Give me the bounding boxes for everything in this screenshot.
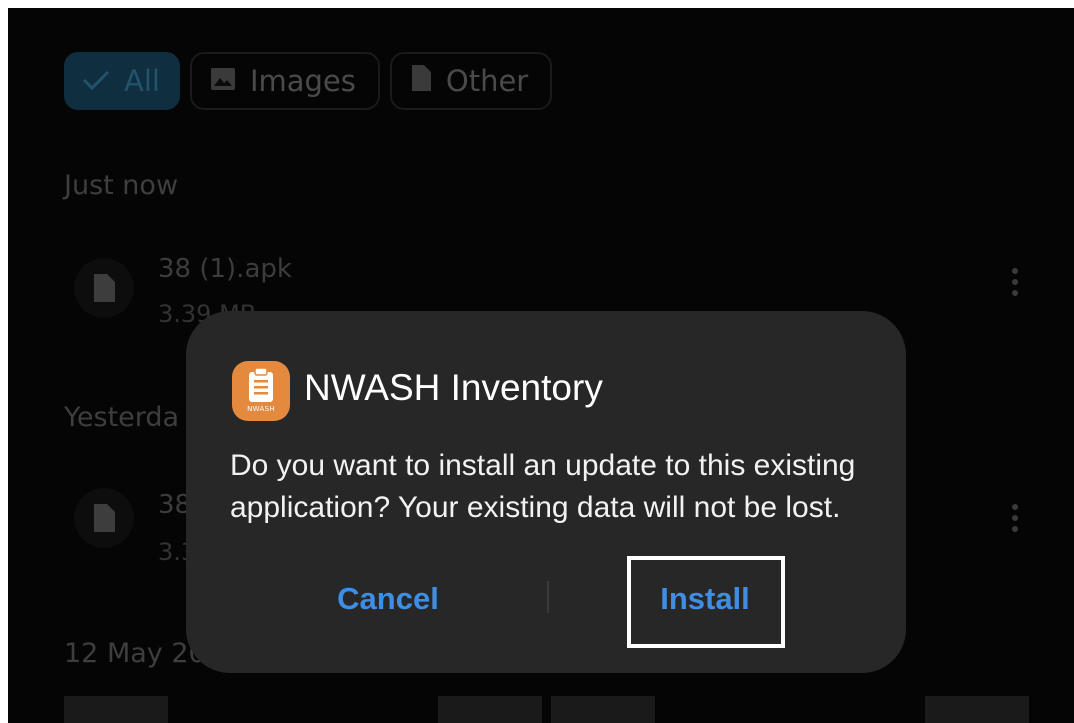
app-icon-label: NWASH [247, 405, 275, 413]
dialog-title: NWASH Inventory [304, 367, 603, 408]
thumbnail[interactable] [64, 696, 168, 723]
filter-chip-label: Images [249, 64, 356, 98]
filter-chip-label: Other [445, 64, 529, 98]
filter-chips: All Images Other [64, 52, 553, 110]
section-header-just-now: Just now [64, 170, 179, 201]
file-icon [74, 488, 134, 548]
install-button[interactable]: Install [616, 573, 794, 625]
file-icon [74, 258, 134, 318]
app-icon: NWASH [232, 361, 290, 421]
section-header-yesterday: Yesterda [64, 402, 180, 433]
thumbnail[interactable] [551, 696, 655, 723]
image-icon [210, 64, 236, 98]
filter-chip-all[interactable]: All [64, 52, 180, 110]
filter-chip-label: All [124, 64, 160, 98]
thumbnail[interactable] [438, 696, 542, 723]
install-dialog: NWASH NWASH Inventory Do you want to ins… [186, 311, 906, 673]
more-options-icon[interactable] [1010, 504, 1020, 532]
file-icon [410, 64, 432, 99]
more-options-icon[interactable] [1010, 268, 1020, 296]
thumbnail[interactable] [925, 696, 1029, 723]
cancel-button[interactable]: Cancel [298, 573, 478, 625]
dialog-message: Do you want to install an update to this… [230, 449, 856, 524]
filter-chip-other[interactable]: Other [389, 52, 553, 110]
filter-chip-images[interactable]: Images [189, 52, 380, 110]
check-icon [82, 64, 110, 98]
section-header-older: 12 May 20 [64, 638, 206, 669]
file-name[interactable]: 38 (1).apk [158, 254, 292, 284]
button-divider [547, 581, 549, 613]
